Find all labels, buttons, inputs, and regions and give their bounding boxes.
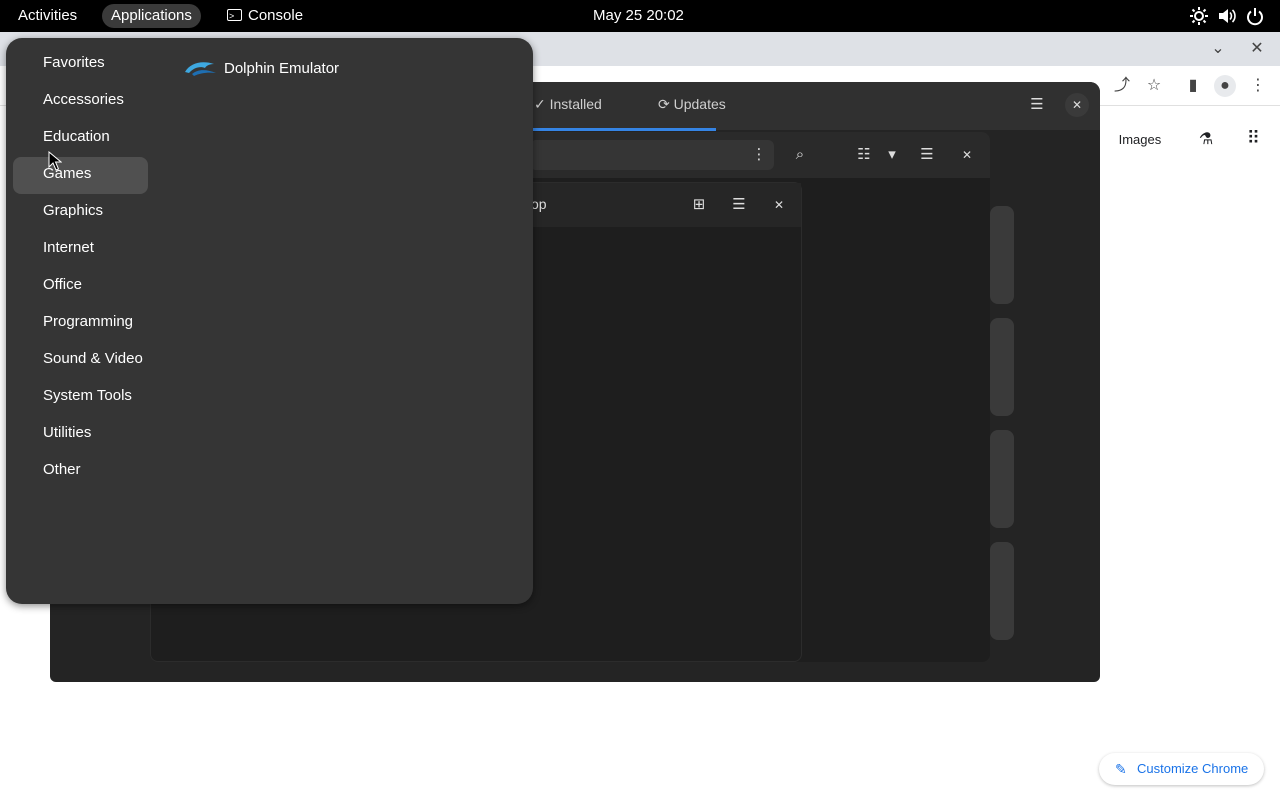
console-app-button[interactable]: Console: [218, 4, 312, 28]
close-icon[interactable]: ✕: [1246, 38, 1268, 60]
category-programming[interactable]: Programming: [13, 305, 148, 342]
terminal-icon: [227, 4, 242, 28]
side-panel-icon[interactable]: ▮: [1182, 75, 1204, 97]
clock[interactable]: May 25 20:02: [584, 4, 693, 28]
brightness-icon[interactable]: [1189, 6, 1209, 26]
tab-installed-label: Installed: [549, 96, 602, 112]
category-internet[interactable]: Internet: [13, 231, 148, 268]
check-circle-icon: ✓: [534, 96, 546, 112]
top-bar: Activities Applications Console May 25 2…: [0, 0, 1280, 32]
tab-updates-label: Updates: [673, 96, 726, 112]
tab-updates[interactable]: ⟳ Updates: [658, 96, 726, 113]
menu-icon[interactable]: ☰: [727, 193, 751, 217]
customize-label: Customize Chrome: [1137, 761, 1249, 776]
app-card[interactable]: [990, 430, 1014, 528]
path-bar[interactable]: [530, 140, 774, 170]
new-tab-icon[interactable]: ⊞: [687, 193, 711, 217]
bookmark-star-icon[interactable]: ☆: [1143, 75, 1165, 97]
app-card[interactable]: [990, 318, 1014, 416]
app-card[interactable]: [990, 206, 1014, 304]
share-icon[interactable]: ⤴: [1111, 75, 1133, 97]
dolphin-icon: [185, 62, 216, 76]
tab-installed[interactable]: ✓ Installed: [534, 96, 602, 113]
more-vert-icon[interactable]: ⋮: [1247, 75, 1269, 97]
app-item-dolphin-emulator[interactable]: Dolphin Emulator: [184, 53, 339, 85]
category-games[interactable]: Games: [13, 157, 148, 194]
activities-button[interactable]: Activities: [9, 4, 86, 28]
pencil-icon: ✎: [1115, 761, 1127, 777]
category-utilities[interactable]: Utilities: [13, 416, 148, 453]
app-card[interactable]: [990, 542, 1014, 640]
mouse-pointer-icon: [48, 151, 62, 171]
chevron-down-icon[interactable]: ⌄: [1207, 38, 1229, 60]
applications-menu-button[interactable]: Applications: [102, 4, 201, 28]
category-sound-video[interactable]: Sound & Video: [13, 342, 148, 379]
list-view-icon[interactable]: ☷: [852, 143, 876, 167]
refresh-icon: ⟳: [658, 96, 670, 112]
console-label: Console: [248, 7, 304, 24]
progress-bar: [530, 128, 716, 131]
menu-icon[interactable]: ☰: [915, 143, 939, 167]
category-favorites[interactable]: Favorites: [13, 46, 148, 83]
more-vert-icon[interactable]: ⋮: [747, 143, 771, 167]
close-icon[interactable]: ✕: [955, 143, 979, 167]
search-icon[interactable]: ⌕: [788, 143, 812, 167]
profile-avatar-icon[interactable]: ●: [1214, 75, 1236, 97]
images-link[interactable]: Images: [1119, 132, 1162, 147]
category-list: Favorites Accessories Education Games Gr…: [13, 46, 148, 490]
category-graphics[interactable]: Graphics: [13, 194, 148, 231]
applications-menu: Favorites Accessories Education Games Gr…: [6, 38, 533, 604]
customize-chrome-button[interactable]: ✎ Customize Chrome: [1099, 753, 1264, 785]
category-other[interactable]: Other: [13, 453, 148, 490]
category-accessories[interactable]: Accessories: [13, 83, 148, 120]
category-education[interactable]: Education: [13, 120, 148, 157]
chevron-down-icon[interactable]: ▾: [880, 143, 904, 167]
close-icon[interactable]: ✕: [1065, 93, 1089, 117]
sub-window-title: op: [531, 196, 547, 212]
category-system-tools[interactable]: System Tools: [13, 379, 148, 416]
apps-grid-icon[interactable]: ⠿: [1247, 128, 1260, 148]
category-office[interactable]: Office: [13, 268, 148, 305]
google-links: il Images ⚗ ⠿: [1085, 128, 1260, 149]
labs-icon[interactable]: ⚗: [1199, 131, 1213, 148]
close-icon[interactable]: ✕: [767, 193, 791, 217]
volume-icon[interactable]: [1217, 6, 1237, 26]
menu-icon[interactable]: ☰: [1025, 93, 1049, 117]
power-icon[interactable]: [1245, 6, 1265, 26]
